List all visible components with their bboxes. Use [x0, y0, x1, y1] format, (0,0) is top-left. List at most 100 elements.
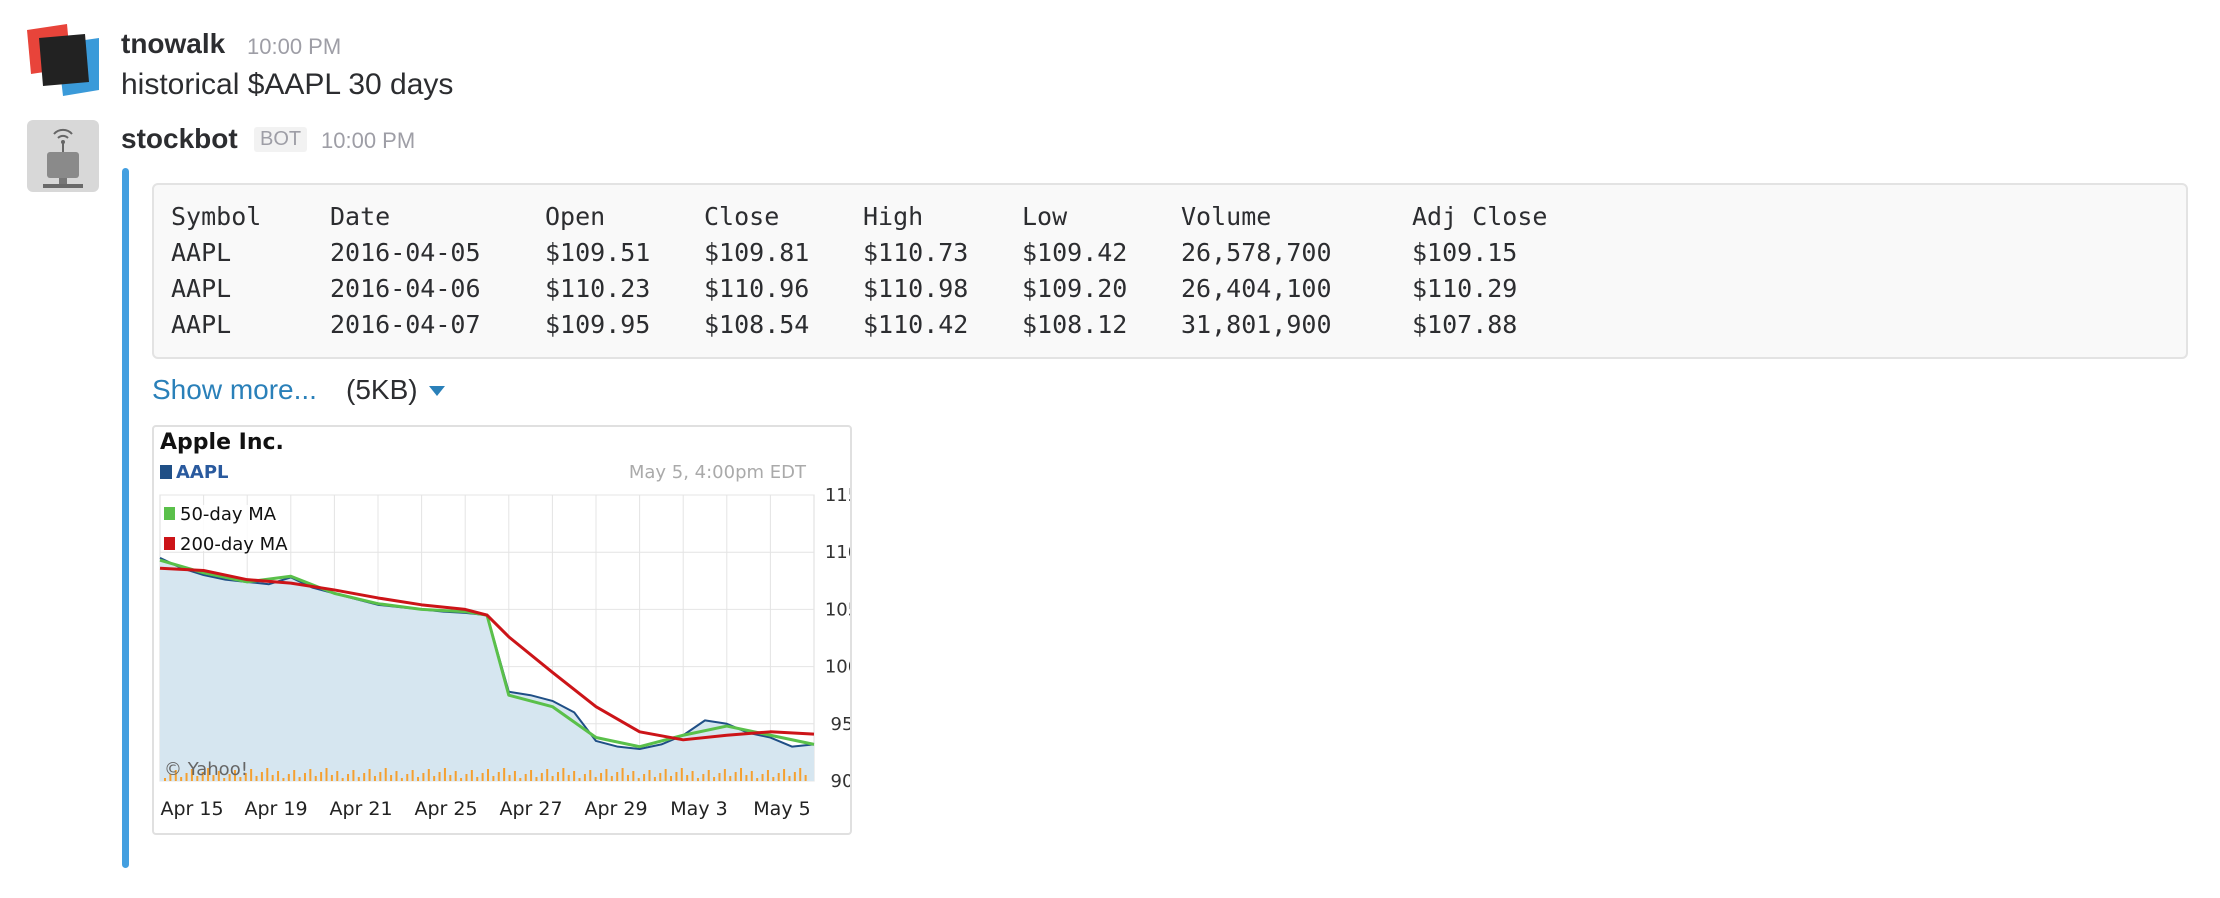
volume-bar — [433, 776, 436, 781]
volume-bar — [519, 778, 522, 781]
volume-bar — [336, 771, 339, 781]
x-tick-label: Apr 25 — [414, 798, 477, 820]
volume-bar — [637, 778, 640, 781]
volume-bar — [535, 777, 538, 781]
y-tick-label: 95 — [831, 714, 852, 735]
volume-bar — [465, 774, 468, 781]
volume-bar — [395, 771, 398, 781]
volume-bar — [427, 769, 430, 781]
table-cell: AAPL — [171, 238, 232, 267]
column-header: Open — [545, 202, 606, 231]
file-size-label: (5KB) — [346, 374, 418, 405]
table-cell: $107.88 — [1412, 310, 1518, 339]
username[interactable]: tnowalk — [121, 28, 225, 60]
volume-bar — [626, 775, 629, 781]
chart-image[interactable]: 115 110 105 100 95 90 Apr 15 Apr 19 Apr 21 Apr 2… — [152, 425, 852, 835]
volume-bar — [492, 776, 495, 781]
volume-bar — [729, 776, 732, 781]
table-cell: 31,801,900 — [1181, 310, 1332, 339]
volume-bar — [508, 775, 511, 781]
message-timestamp[interactable]: 10:00 PM — [321, 128, 415, 154]
column-header: Symbol — [171, 202, 262, 231]
volume-bar — [643, 774, 646, 781]
y-tick-label: 100 — [825, 657, 852, 678]
volume-bar — [583, 774, 586, 781]
volume-bar — [443, 768, 446, 781]
volume-bar — [707, 770, 710, 781]
table-cell: $110.98 — [863, 274, 969, 303]
show-more-link[interactable]: Show more... — [152, 374, 317, 406]
volume-bar — [497, 772, 500, 781]
stock-chart: 115 110 105 100 95 90 Apr 15 Apr 19 Apr 21 Apr 2… — [159, 430, 852, 820]
volume-bar — [573, 771, 576, 781]
avatar-stockbot[interactable] — [27, 120, 99, 192]
volume-bar — [600, 773, 603, 781]
volume-bar — [551, 776, 554, 781]
x-tick-label: Apr 15 — [160, 798, 223, 820]
volume-bar — [373, 776, 376, 781]
column-header: Date — [330, 202, 391, 231]
volume-bar — [745, 775, 748, 781]
volume-bar — [718, 773, 721, 781]
volume-bar — [266, 768, 269, 781]
avatar-tnowalk[interactable] — [27, 24, 99, 96]
volume-bar — [357, 777, 360, 781]
legend-label: 50-day MA — [180, 504, 277, 525]
volume-bar — [438, 772, 441, 781]
volume-bar — [487, 769, 489, 781]
volume-bar — [723, 769, 726, 781]
x-tick-label: Apr 27 — [499, 798, 562, 820]
volume-bar — [341, 778, 344, 781]
table-cell: $110.23 — [545, 274, 651, 303]
volume-bar — [513, 771, 516, 781]
volume-bar — [804, 775, 807, 781]
volume-bar — [411, 770, 414, 781]
attachment-accent-bar — [122, 168, 129, 868]
volume-bar — [772, 777, 775, 781]
column-header: Close — [704, 202, 780, 231]
table-cell: $110.29 — [1412, 274, 1518, 303]
volume-bar — [303, 773, 306, 781]
chart-ticker: AAPL — [176, 462, 229, 483]
caret-down-icon[interactable] — [429, 386, 445, 396]
volume-bar — [255, 776, 258, 781]
volume-bar — [325, 768, 328, 781]
volume-bar — [783, 769, 786, 781]
volume-bar — [368, 769, 371, 781]
table-cell: $109.51 — [545, 238, 651, 267]
volume-bar — [330, 775, 333, 781]
volume-bar — [406, 774, 409, 781]
volume-bar — [766, 770, 769, 781]
table-cell: $109.81 — [704, 238, 810, 267]
volume-bar — [476, 777, 479, 781]
volume-bar — [540, 773, 543, 781]
table-cell: 2016-04-07 — [330, 310, 481, 339]
volume-bar — [680, 768, 683, 781]
x-tick-label: Apr 29 — [584, 798, 647, 820]
bot-badge: BOT — [254, 127, 308, 152]
volume-bar — [734, 772, 737, 781]
volume-bar — [293, 770, 296, 781]
volume-bar — [648, 770, 651, 781]
volume-bar — [271, 775, 274, 781]
chart-credit: © Yahoo! — [164, 759, 248, 780]
y-tick-label: 110 — [825, 542, 852, 563]
username[interactable]: stockbot — [121, 123, 238, 155]
volume-bar — [384, 768, 387, 781]
volume-bar — [788, 776, 791, 781]
volume-bar — [390, 775, 393, 781]
volume-bar — [594, 777, 597, 781]
table-cell: $110.42 — [863, 310, 969, 339]
message-timestamp[interactable]: 10:00 PM — [247, 34, 341, 60]
volume-bar — [298, 777, 301, 781]
y-tick-label: 115 — [825, 485, 852, 506]
volume-bar — [659, 773, 662, 781]
column-header: Adj Close — [1412, 202, 1548, 231]
volume-bar — [653, 777, 656, 781]
volume-bar — [347, 774, 350, 781]
volume-bar — [793, 772, 796, 781]
volume-bar — [664, 769, 667, 781]
column-header: High — [863, 202, 924, 231]
table-cell: $109.15 — [1412, 238, 1518, 267]
chart-timestamp: May 5, 4:00pm EDT — [629, 462, 807, 483]
